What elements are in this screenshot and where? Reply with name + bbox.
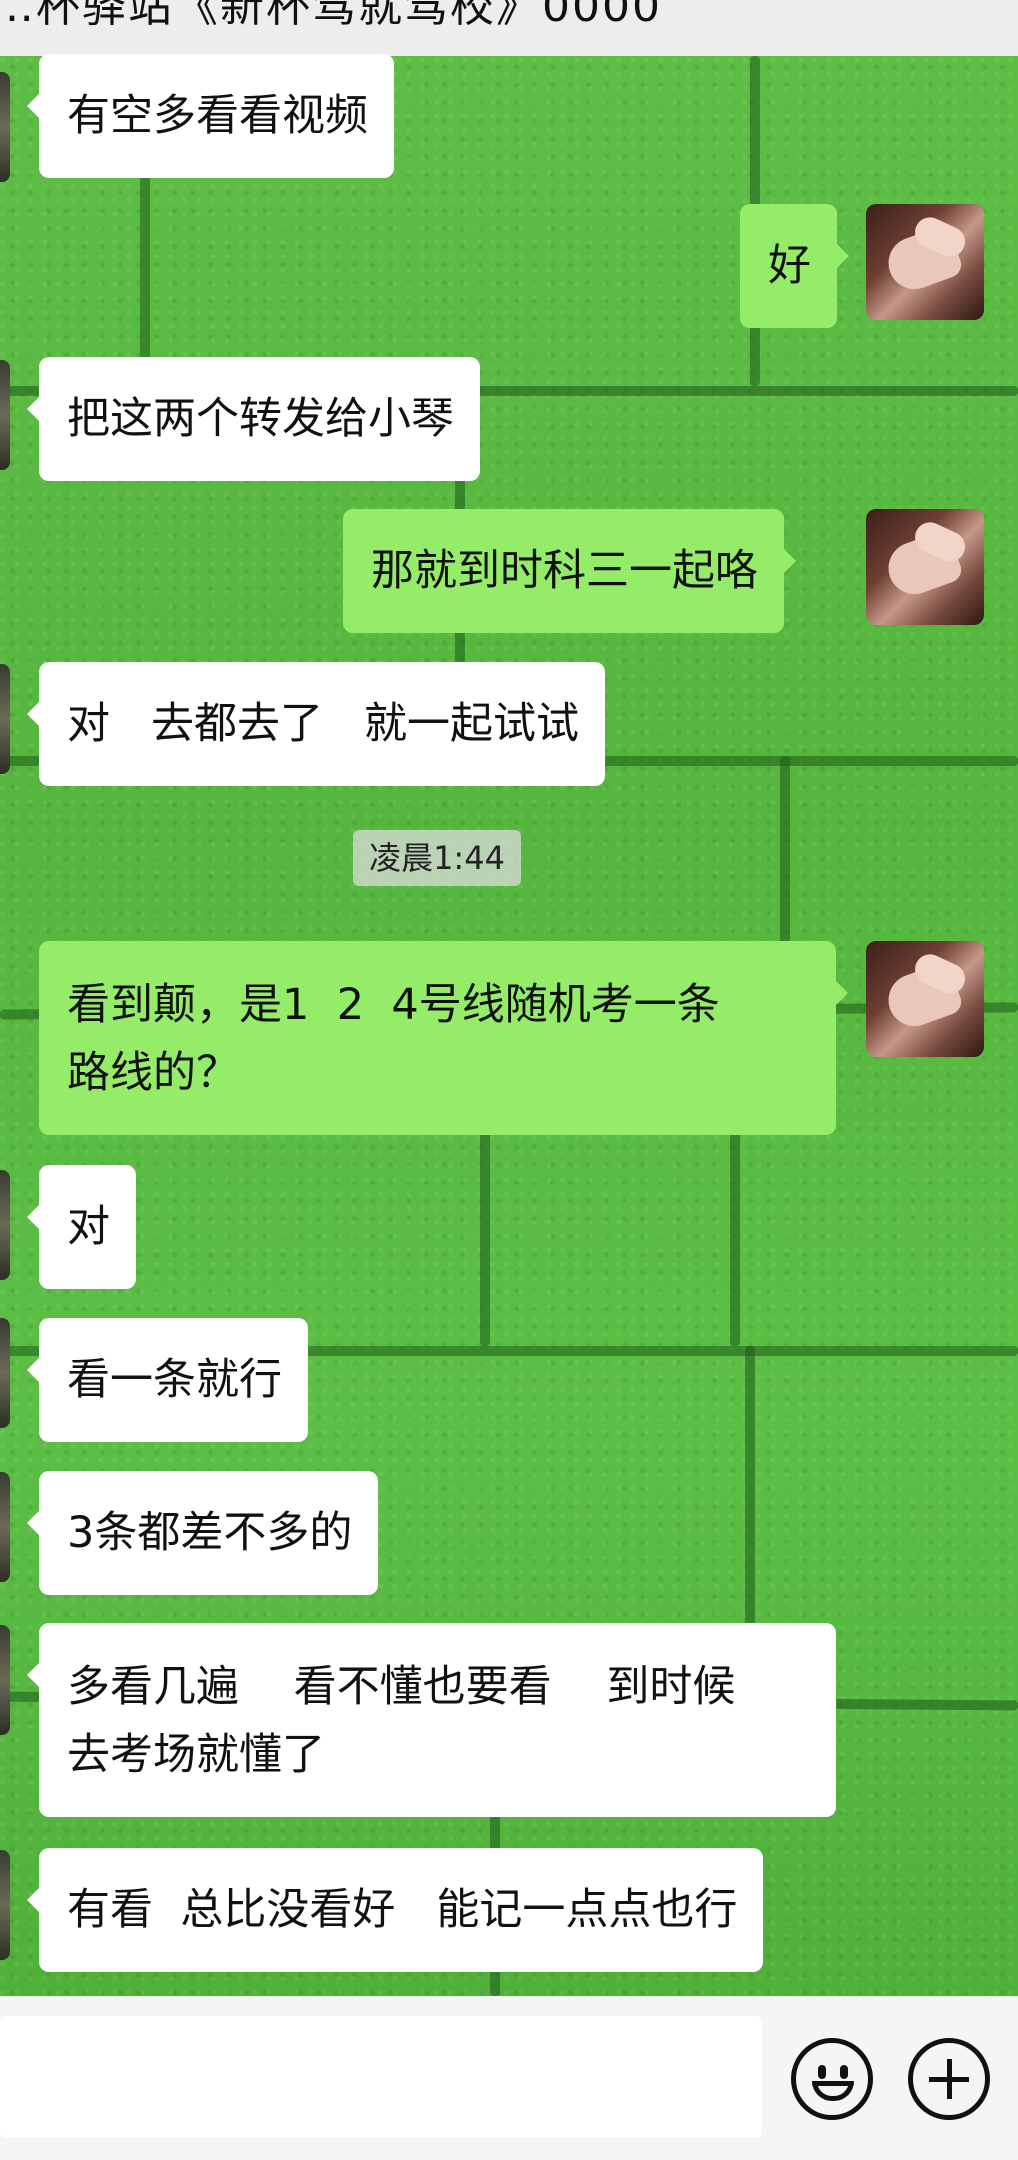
smiley-icon[interactable] xyxy=(791,2038,873,2120)
contact-avatar[interactable] xyxy=(0,1850,10,1960)
contact-avatar[interactable] xyxy=(0,1170,10,1280)
incoming-message-bubble[interactable]: 对 去都去了 就一起试试 xyxy=(26,662,606,786)
incoming-message-bubble[interactable]: 有空多看看视频 xyxy=(27,54,394,178)
message-input[interactable] xyxy=(0,2016,762,2138)
outgoing-message-bubble[interactable]: 那就到时科三一起咯 xyxy=(343,509,796,633)
incoming-message-bubble[interactable]: 把这两个转发给小琴 xyxy=(27,357,480,481)
plus-icon[interactable] xyxy=(908,2038,990,2120)
incoming-message-bubble[interactable]: 有看 总比没看好 能记一点点也行 xyxy=(26,1848,764,1972)
my-avatar[interactable] xyxy=(866,509,984,625)
contact-avatar[interactable] xyxy=(0,1625,10,1735)
chat-header: …杯驿站《新杯驾就驾校》0000 xyxy=(0,0,1018,56)
my-avatar[interactable] xyxy=(866,941,984,1057)
my-avatar[interactable] xyxy=(866,204,984,320)
incoming-message-bubble[interactable]: 对 xyxy=(27,1165,136,1289)
chat-title: …杯驿站《新杯驾就驾校》0000 xyxy=(0,0,662,32)
incoming-message-bubble[interactable]: 多看几遍 看不懂也要看 到时候 去考场就懂了 xyxy=(27,1623,836,1817)
incoming-message-bubble[interactable]: 看一条就行 xyxy=(27,1318,308,1442)
contact-avatar[interactable] xyxy=(0,664,10,774)
contact-avatar[interactable] xyxy=(0,1472,10,1582)
contact-avatar[interactable] xyxy=(0,72,10,182)
contact-avatar[interactable] xyxy=(0,360,10,470)
outgoing-message-bubble[interactable]: 看到颠，是1 2 4号线随机考一条 路线的？ xyxy=(39,941,848,1135)
outgoing-message-bubble[interactable]: 好 xyxy=(740,204,849,328)
incoming-message-bubble[interactable]: 3条都差不多的 xyxy=(26,1471,379,1595)
time-divider: 凌晨1:44 xyxy=(353,830,521,886)
contact-avatar[interactable] xyxy=(0,1318,10,1428)
